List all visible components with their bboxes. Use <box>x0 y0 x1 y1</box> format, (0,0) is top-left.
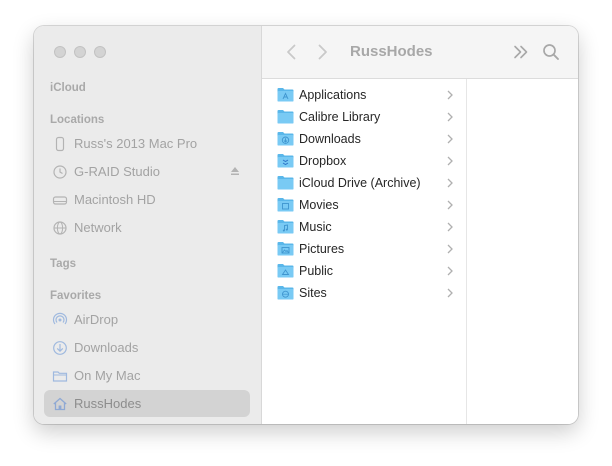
folder-icon <box>277 110 294 124</box>
music-folder-icon <box>277 220 294 234</box>
chevron-right-icon <box>447 134 453 144</box>
file-column[interactable]: Applications Calibre Library Downloads D… <box>262 79 467 424</box>
sidebar-section-locations[interactable]: Locations <box>50 114 104 126</box>
chevron-right-icon <box>447 112 453 122</box>
list-item-label: Sites <box>299 286 327 300</box>
list-item-label: Downloads <box>299 132 361 146</box>
sidebar-item-g-raid-studio[interactable]: G-RAID Studio <box>44 158 250 185</box>
minimize-window-button[interactable] <box>74 46 86 58</box>
hard-drive-icon <box>52 196 68 205</box>
list-item-label: Calibre Library <box>299 110 381 124</box>
download-circle-icon <box>53 341 67 355</box>
sidebar-item-network[interactable]: Network <box>44 214 250 241</box>
list-item-calibre-library[interactable]: Calibre Library <box>277 106 457 128</box>
folder-outline-icon <box>52 371 68 382</box>
desktop-computer-icon <box>55 136 65 152</box>
folder-icon <box>277 176 294 190</box>
close-window-button[interactable] <box>54 46 66 58</box>
airdrop-icon <box>52 312 68 325</box>
chevron-right-icon <box>447 178 453 188</box>
sidebar-item-airdrop[interactable]: AirDrop <box>44 306 250 333</box>
list-item-icloud-drive-archive[interactable]: iCloud Drive (Archive) <box>277 172 457 194</box>
sidebar-item-label: On My Mac <box>74 368 141 383</box>
toolbar: RussHodes <box>262 26 578 79</box>
sidebar-section-icloud[interactable]: iCloud <box>50 82 86 94</box>
sidebar: iCloud Locations Russ's 2013 Mac Pro G-R… <box>34 26 262 424</box>
eject-icon[interactable] <box>230 166 240 176</box>
list-item-sites[interactable]: Sites <box>277 282 457 304</box>
chevron-right-icon <box>447 90 453 100</box>
sidebar-item-downloads[interactable]: Downloads <box>44 334 250 361</box>
sites-folder-icon <box>277 286 294 300</box>
sidebar-item-label: Network <box>74 220 122 235</box>
list-item-label: Public <box>299 264 334 278</box>
sidebar-item-label: Downloads <box>74 340 139 355</box>
sidebar-item-label: Macintosh HD <box>74 192 156 207</box>
empty-preview-column[interactable] <box>467 79 578 424</box>
list-item-music[interactable]: Music <box>277 216 457 238</box>
chevron-right-icon <box>447 222 453 232</box>
list-item-applications[interactable]: Applications <box>277 84 457 106</box>
public-folder-icon <box>277 264 294 278</box>
list-item-dropbox[interactable]: Dropbox <box>277 150 457 172</box>
sidebar-section-tags[interactable]: Tags <box>50 258 76 270</box>
pictures-folder-icon <box>277 242 294 256</box>
sidebar-item-macintosh-hd[interactable]: Macintosh HD <box>44 186 250 213</box>
zoom-window-button[interactable] <box>94 46 106 58</box>
sidebar-item-on-my-mac[interactable]: On My Mac <box>44 362 250 389</box>
sidebar-section-favorites[interactable]: Favorites <box>50 290 101 302</box>
sidebar-item-label: G-RAID Studio <box>74 164 160 179</box>
search-icon[interactable] <box>541 42 561 62</box>
double-chevron-right-icon[interactable] <box>511 42 531 62</box>
chevron-right-icon <box>447 244 453 254</box>
sidebar-item-russhodes[interactable]: RussHodes <box>44 390 250 417</box>
list-item-label: Applications <box>299 88 367 102</box>
chevron-right-icon[interactable] <box>312 42 332 62</box>
sidebar-item-label: RussHodes <box>74 396 142 411</box>
list-item-label: Music <box>299 220 332 234</box>
chevron-left-icon[interactable] <box>282 42 302 62</box>
list-item-label: Movies <box>299 198 339 212</box>
chevron-right-icon <box>447 200 453 210</box>
sidebar-item-label: AirDrop <box>74 312 119 327</box>
window-title: RussHodes <box>350 43 433 60</box>
list-item-label: Dropbox <box>299 154 347 168</box>
time-machine-icon <box>53 165 67 179</box>
home-icon <box>53 397 67 411</box>
globe-icon <box>53 221 67 235</box>
list-item-movies[interactable]: Movies <box>277 194 457 216</box>
chevron-right-icon <box>447 266 453 276</box>
list-item-label: Pictures <box>299 242 345 256</box>
dropbox-folder-icon <box>277 154 294 168</box>
downloads-folder-icon <box>277 132 294 146</box>
list-item-label: iCloud Drive (Archive) <box>299 176 421 190</box>
finder-window: iCloud Locations Russ's 2013 Mac Pro G-R… <box>34 26 578 424</box>
list-item-pictures[interactable]: Pictures <box>277 238 457 260</box>
chevron-right-icon <box>447 156 453 166</box>
list-item-public[interactable]: Public <box>277 260 457 282</box>
list-item-downloads[interactable]: Downloads <box>277 128 457 150</box>
chevron-right-icon <box>447 288 453 298</box>
sidebar-item-mac-pro[interactable]: Russ's 2013 Mac Pro <box>44 130 250 157</box>
applications-folder-icon <box>277 88 294 102</box>
sidebar-item-label: Russ's 2013 Mac Pro <box>74 136 198 151</box>
movies-folder-icon <box>277 198 294 212</box>
